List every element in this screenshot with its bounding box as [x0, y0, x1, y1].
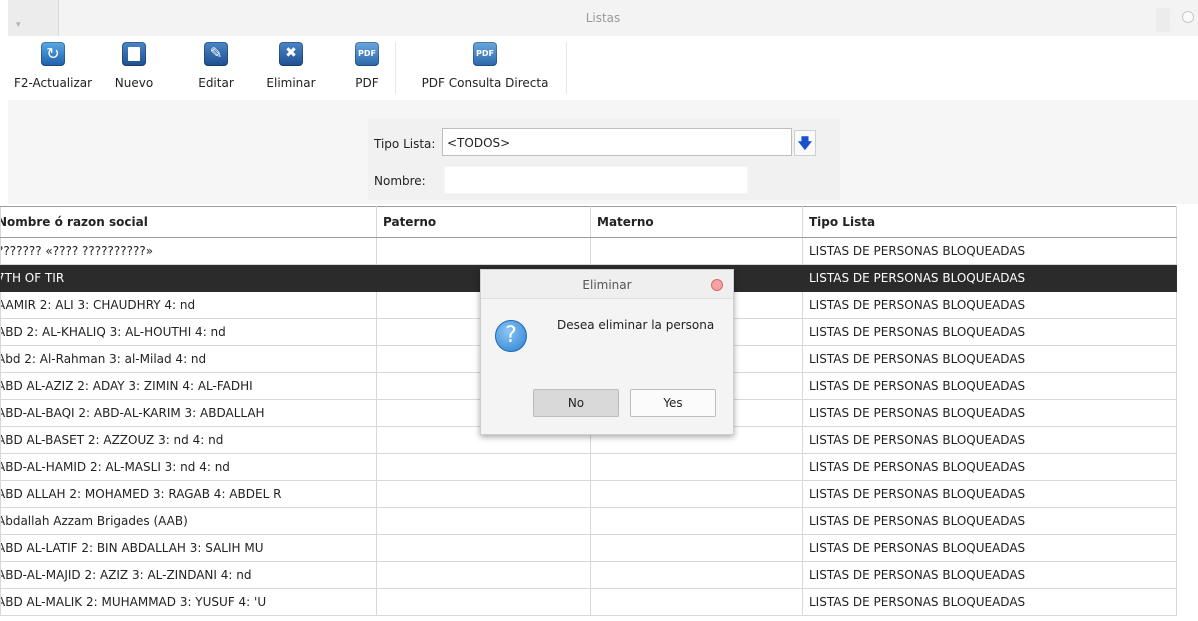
cell-materno — [590, 453, 803, 481]
cell-paterno — [376, 453, 591, 481]
cell-tipo-lista: LISTAS DE PERSONAS BLOQUEADAS — [802, 345, 1177, 373]
cell-tipo-lista: LISTAS DE PERSONAS BLOQUEADAS — [802, 480, 1177, 508]
arrow-down-icon: 🡇 — [797, 136, 813, 152]
cell-nombre: ABD-AL-MAJID 2: AZIZ 3: AL-ZINDANI 4: nd — [0, 561, 377, 589]
pdf-icon — [355, 42, 379, 66]
cell-nombre: ABD AL-AZIZ 2: ADAY 3: ZIMIN 4: AL-FADHI — [0, 372, 377, 400]
table-row[interactable]: ABD-AL-HAMID 2: AL-MASLI 3: nd 4: nd LIST… — [0, 453, 1177, 481]
cell-nombre: Abdallah Azzam Brigades (AAB) — [0, 507, 377, 535]
edit-label: Editar — [198, 76, 234, 90]
cell-tipo-lista: LISTAS DE PERSONAS BLOQUEADAS — [802, 453, 1177, 481]
window-close-button[interactable] — [1182, 11, 1194, 23]
delete-label: Eliminar — [266, 76, 316, 90]
cell-materno — [590, 561, 803, 589]
column-header-materno[interactable]: Materno — [590, 206, 803, 238]
refresh-label: F2-Actualizar — [13, 76, 93, 90]
cell-tipo-lista: LISTAS DE PERSONAS BLOQUEADAS — [802, 534, 1177, 562]
table-row[interactable]: ABD AL-LATIF 2: BIN ABDALLAH 3: SALIH MU… — [0, 534, 1177, 562]
cell-materno — [590, 507, 803, 535]
dialog-close-button[interactable] — [711, 279, 723, 291]
cell-materno — [590, 237, 803, 265]
table-header-row: Nombre ó razon social Paterno Materno Ti… — [0, 206, 1177, 238]
tipo-lista-select[interactable]: <TODOS> — [442, 128, 792, 156]
cell-tipo-lista: LISTAS DE PERSONAS BLOQUEADAS — [802, 561, 1177, 589]
edit-icon — [204, 42, 228, 66]
pdf-button[interactable]: PDF — [352, 42, 382, 98]
refresh-button[interactable]: F2-Actualizar — [10, 42, 96, 98]
table-row[interactable]: ??????? «???? ??????????» LISTAS DE PERSO… — [0, 237, 1177, 265]
cell-tipo-lista: LISTAS DE PERSONAS BLOQUEADAS — [802, 318, 1177, 346]
nombre-label: Nombre: — [374, 174, 426, 188]
cell-paterno — [376, 561, 591, 589]
cell-paterno — [376, 237, 591, 265]
dialog-title: Eliminar — [481, 270, 733, 299]
cell-tipo-lista: LISTAS DE PERSONAS BLOQUEADAS — [802, 264, 1177, 292]
new-button[interactable]: Nuevo — [114, 42, 154, 98]
cell-tipo-lista: LISTAS DE PERSONAS BLOQUEADAS — [802, 507, 1177, 535]
cell-paterno — [376, 480, 591, 508]
cell-nombre: ??????? «???? ??????????» — [0, 237, 377, 265]
cell-nombre: ABD-AL-HAMID 2: AL-MASLI 3: nd 4: nd — [0, 453, 377, 481]
cell-nombre: ABD AL-MALIK 2: MUHAMMAD 3: YUSUF 4: 'U — [0, 588, 377, 616]
column-header-paterno[interactable]: Paterno — [376, 206, 591, 238]
cell-paterno — [376, 507, 591, 535]
delete-icon — [279, 42, 303, 66]
refresh-icon — [41, 42, 65, 66]
filter-box: Tipo Lista: <TODOS> 🡇 Nombre: — [368, 118, 840, 200]
title-bar: ▾ Listas — [8, 0, 1198, 37]
table-row[interactable]: ABD ALLAH 2: MOHAMED 3: RAGAB 4: ABDEL R… — [0, 480, 1177, 508]
new-icon — [122, 42, 146, 66]
filter-panel: Tipo Lista: <TODOS> 🡇 Nombre: — [8, 100, 1198, 204]
cell-paterno — [376, 534, 591, 562]
toolbar: F2-Actualizar Nuevo Editar Eliminar PDF … — [0, 36, 1198, 100]
toolbar-separator — [566, 42, 567, 94]
window-control-strip[interactable] — [1156, 8, 1170, 32]
new-label: Nuevo — [114, 76, 154, 90]
cell-tipo-lista: LISTAS DE PERSONAS BLOQUEADAS — [802, 372, 1177, 400]
table-row[interactable]: ABD AL-MALIK 2: MUHAMMAD 3: YUSUF 4: 'U L… — [0, 588, 1177, 616]
nombre-input[interactable] — [444, 166, 748, 194]
cell-tipo-lista: LISTAS DE PERSONAS BLOQUEADAS — [802, 399, 1177, 427]
delete-button[interactable]: Eliminar — [263, 42, 319, 98]
tipo-lista-label: Tipo Lista: — [374, 137, 436, 151]
cell-tipo-lista: LISTAS DE PERSONAS BLOQUEADAS — [802, 426, 1177, 454]
cell-tipo-lista: LISTAS DE PERSONAS BLOQUEADAS — [802, 237, 1177, 265]
pdf-direct-button[interactable]: PDF Consulta Directa — [416, 42, 554, 98]
pdf-label: PDF — [355, 76, 379, 90]
cell-nombre: ABD ALLAH 2: MOHAMED 3: RAGAB 4: ABDEL R — [0, 480, 377, 508]
question-icon: ? — [495, 320, 527, 352]
cell-nombre: ABD-AL-BAQI 2: ABD-AL-KARIM 3: ABDALLAH — [0, 399, 377, 427]
cell-tipo-lista: LISTAS DE PERSONAS BLOQUEADAS — [802, 291, 1177, 319]
cell-tipo-lista: LISTAS DE PERSONAS BLOQUEADAS — [802, 588, 1177, 616]
table-row[interactable]: Abdallah Azzam Brigades (AAB) LISTAS DE P… — [0, 507, 1177, 535]
window-title: Listas — [585, 11, 621, 25]
cell-nombre: AAMIR 2: ALI 3: CHAUDHRY 4: nd — [0, 291, 377, 319]
no-button[interactable]: No — [533, 389, 619, 417]
cell-nombre: Abd 2: Al-Rahman 3: al-Milad 4: nd — [0, 345, 377, 373]
column-header-tipo-lista[interactable]: Tipo Lista — [802, 206, 1177, 238]
tipo-lista-dropdown-button[interactable]: 🡇 — [794, 130, 816, 156]
cell-materno — [590, 534, 803, 562]
cell-nombre: 7TH OF TIR — [0, 264, 377, 292]
column-header-nombre[interactable]: Nombre ó razon social — [0, 206, 377, 238]
toolbar-separator — [395, 42, 396, 94]
cell-paterno — [376, 588, 591, 616]
pdf-icon — [473, 42, 497, 66]
cell-materno — [590, 588, 803, 616]
edit-button[interactable]: Editar — [195, 42, 237, 98]
cell-nombre: ABD 2: AL-KHALIQ 3: AL-HOUTHI 4: nd — [0, 318, 377, 346]
cell-nombre: ABD AL-LATIF 2: BIN ABDALLAH 3: SALIH MU — [0, 534, 377, 562]
cell-nombre: ABD AL-BASET 2: AZZOUZ 3: nd 4: nd — [0, 426, 377, 454]
dialog-message: Desea eliminar la persona — [557, 318, 715, 332]
table-row[interactable]: ABD-AL-MAJID 2: AZIZ 3: AL-ZINDANI 4: nd… — [0, 561, 1177, 589]
delete-confirm-dialog: Eliminar ? Desea eliminar la persona No … — [480, 269, 734, 435]
yes-button[interactable]: Yes — [630, 389, 716, 417]
pdf-direct-label: PDF Consulta Directa — [421, 76, 549, 90]
cell-materno — [590, 480, 803, 508]
